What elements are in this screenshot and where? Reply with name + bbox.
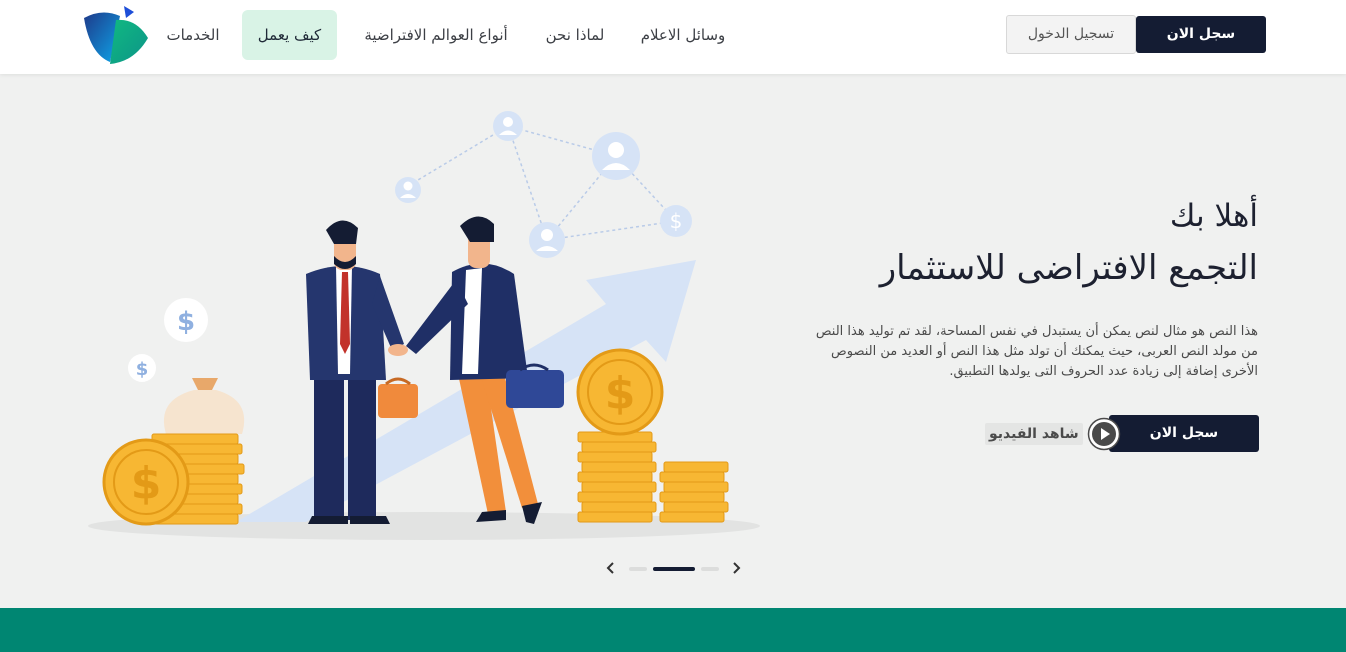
site-header: الخدمات كيف يعمل أنواع العوالم الافتراضي… [0,0,1346,74]
svg-text:$: $ [136,359,149,380]
svg-text:$: $ [177,307,195,337]
businessman-left [306,220,418,524]
svg-text:$: $ [670,209,683,233]
login-button[interactable]: تسجيل الدخول [1006,15,1136,54]
nav-why-us[interactable]: لماذا نحن [540,10,610,60]
slider-dot-1[interactable] [629,567,647,571]
nav-services[interactable]: الخدمات [160,10,226,60]
welcome-text: أهلا بك [1169,198,1258,234]
nav-media[interactable]: وسائل الاعلام [636,10,730,60]
hero-paragraph: هذا النص هو مثال لنص يمكن أن يستبدل في ن… [815,324,1258,379]
hero-slider-controls [604,560,744,576]
businessman-right [406,216,564,524]
brand-logo-icon[interactable] [80,4,152,68]
register-button-header[interactable]: سجل الان [1136,16,1266,53]
hero-illustration: $ $ $ $ $ [88,111,760,540]
hero-welcome: أهلا بك [788,198,1258,234]
play-icon[interactable] [1087,417,1121,451]
footer-band [0,608,1346,652]
watch-video-label: شاهد الفيديو [985,422,1083,445]
chevron-left-icon[interactable] [604,560,618,576]
nav-virtual-worlds[interactable]: أنواع العوالم الافتراضية [356,10,516,60]
register-button-hero[interactable]: سجل الان [1109,415,1259,452]
network-nodes: $ [395,111,692,258]
watch-video-button[interactable]: شاهد الفيديو [985,415,1121,452]
svg-text:$: $ [131,458,162,509]
chevron-right-icon[interactable] [729,560,743,576]
slider-dot-3[interactable] [701,567,719,571]
nav-how-it-works[interactable]: كيف يعمل [242,10,337,60]
slider-dot-2-active[interactable] [653,567,695,571]
svg-text:$: $ [605,368,636,419]
hero-headline: التجمع الافتراضى للاستثمار [879,248,1258,288]
